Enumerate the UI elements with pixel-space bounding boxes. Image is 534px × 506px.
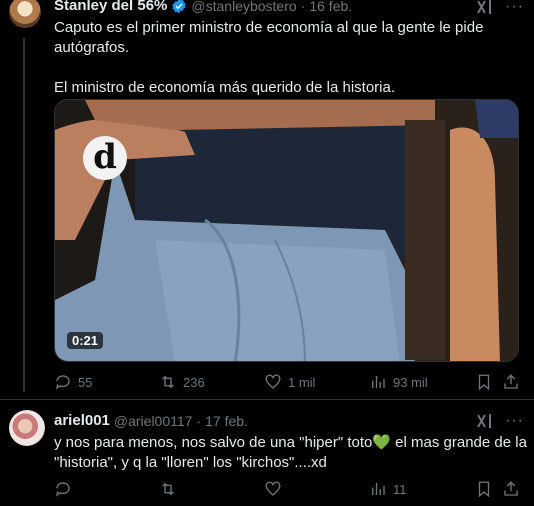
separator-dot: · <box>300 0 306 14</box>
like-icon <box>265 374 281 389</box>
post-date[interactable]: 17 feb. <box>205 413 248 429</box>
video-duration: 0:21 <box>67 332 104 349</box>
divider <box>0 399 534 400</box>
like-button[interactable]: 1 mil <box>264 373 315 391</box>
views-button[interactable]: 93 mil <box>369 373 428 391</box>
thread-line <box>23 38 25 392</box>
share-button[interactable] <box>502 373 520 391</box>
avatar[interactable] <box>9 0 41 28</box>
like-count: 1 mil <box>288 374 316 390</box>
views-count: 11 <box>393 481 407 497</box>
share-icon <box>504 374 518 389</box>
post-text-line: y nos para menos, nos salvo de una "hipe… <box>54 434 527 451</box>
separator-dot: · <box>196 412 202 429</box>
reply-icon <box>55 375 70 390</box>
views-button[interactable]: 11 <box>369 480 407 498</box>
post-text-line: autógrafos. <box>54 39 130 56</box>
repost-button[interactable]: 236 <box>159 373 205 391</box>
reply-button[interactable]: 55 <box>54 373 92 391</box>
bookmark-button[interactable] <box>475 373 493 391</box>
author-name[interactable]: ariel001 <box>54 412 110 429</box>
author-name[interactable]: Stanley del 56% <box>54 0 167 14</box>
repost-icon <box>162 375 174 389</box>
repost-icon <box>162 482 174 496</box>
like-icon <box>265 481 281 496</box>
reply-icon <box>55 482 70 497</box>
author-handle[interactable]: @stanleybostero <box>191 0 296 14</box>
views-icon <box>372 376 385 388</box>
bookmark-button[interactable] <box>475 480 493 498</box>
grok-icon[interactable] <box>476 0 494 14</box>
bookmark-icon <box>478 374 490 391</box>
post-text-line: "historia", y q la "lloren" los "kirchos… <box>54 454 327 471</box>
post-text-line: Caputo es el primer ministro de economía… <box>54 19 484 36</box>
video-player[interactable]: d 0:21 <box>54 99 519 362</box>
more-icon[interactable]: ··· <box>505 0 525 15</box>
author-handle[interactable]: @ariel00117 <box>114 413 193 429</box>
post-date[interactable]: 16 feb. <box>309 0 352 14</box>
share-icon <box>504 481 518 496</box>
bookmark-icon <box>478 481 490 498</box>
post-text-line: El ministro de economía más querido de l… <box>54 79 396 96</box>
like-button[interactable] <box>264 480 282 498</box>
video-frame <box>55 100 518 361</box>
views-icon <box>372 483 385 495</box>
views-count: 93 mil <box>393 374 428 390</box>
reply-count: 55 <box>78 374 93 390</box>
grok-icon[interactable] <box>476 414 494 428</box>
reply-button[interactable] <box>54 480 72 498</box>
verified-badge-icon <box>171 0 187 14</box>
avatar[interactable] <box>9 410 45 446</box>
repost-button[interactable] <box>159 480 177 498</box>
watermark-logo: d <box>83 136 127 180</box>
more-icon[interactable]: ··· <box>505 412 525 429</box>
repost-count: 236 <box>183 374 205 390</box>
share-button[interactable] <box>502 480 520 498</box>
